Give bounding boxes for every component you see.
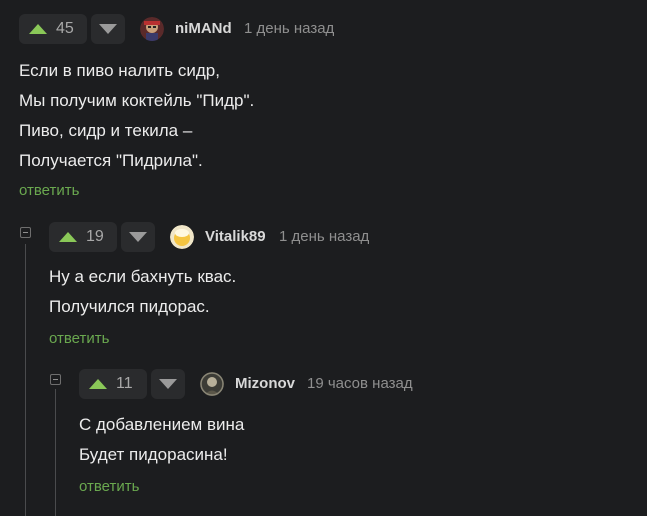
reply-link[interactable]: ответить [79, 478, 139, 495]
up-arrow-icon[interactable] [89, 379, 107, 389]
vote-controls: 11 [79, 369, 185, 399]
down-arrow-icon [159, 379, 177, 389]
comment-mizonov: 11 Mizonov 19 часов назад С добавлением … [0, 0, 647, 516]
comments-page: 45 niMANd 1 день назад Если в пиво налит… [0, 0, 647, 516]
comment-body: С добавлением вина Будет пидорасина! [79, 410, 244, 470]
username[interactable]: Mizonov [235, 375, 295, 392]
comment-line: Будет пидорасина! [79, 445, 228, 464]
vote-box: 11 [79, 369, 147, 399]
downvote-button[interactable] [151, 369, 185, 399]
comment-line: С добавлением вина [79, 415, 245, 434]
timestamp: 19 часов назад [307, 375, 413, 392]
rating-count: 11 [116, 375, 133, 392]
avatar[interactable] [200, 372, 224, 396]
